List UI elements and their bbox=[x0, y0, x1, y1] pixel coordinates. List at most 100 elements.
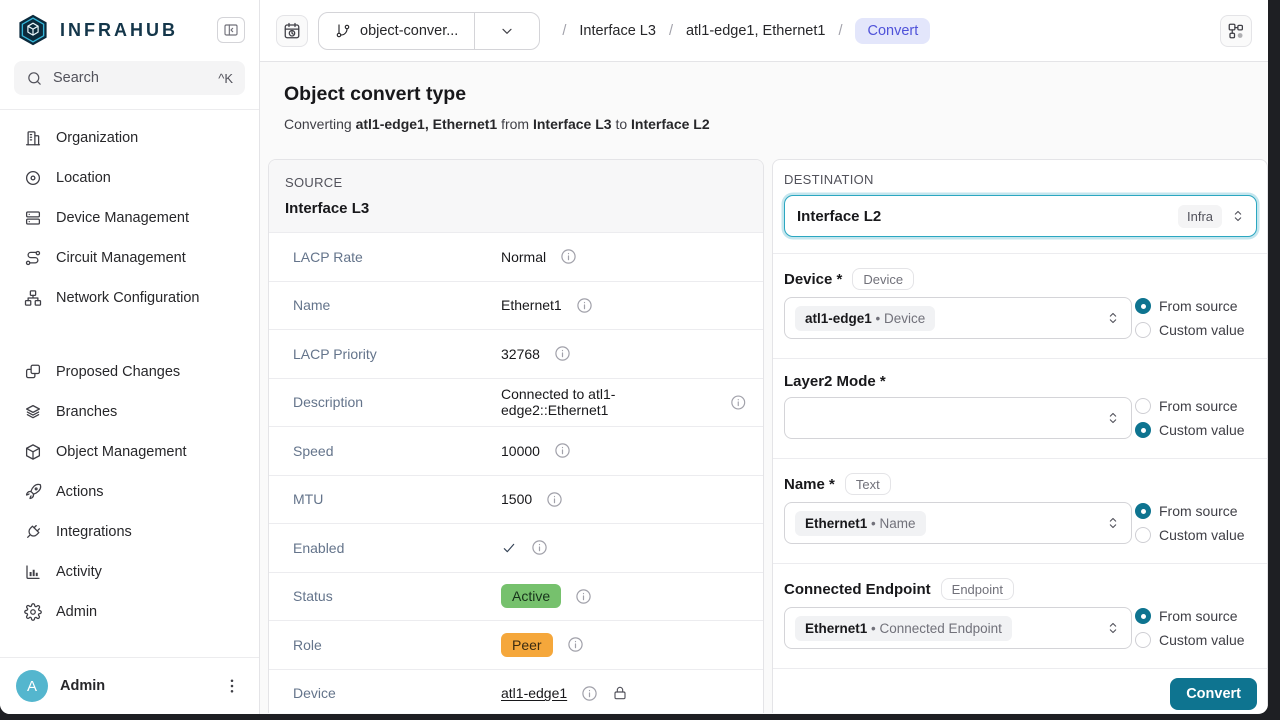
sidebar-item-activity[interactable]: Activity bbox=[0, 552, 259, 592]
sidebar-item-organization[interactable]: Organization bbox=[0, 118, 259, 158]
related-object-link[interactable]: atl1-edge1 bbox=[501, 685, 567, 701]
info-icon[interactable] bbox=[567, 636, 584, 653]
name-from-source-radio[interactable]: From source bbox=[1135, 503, 1257, 519]
name-custom-radio[interactable]: Custom value bbox=[1135, 527, 1257, 543]
info-icon[interactable] bbox=[581, 685, 598, 702]
plug-icon bbox=[20, 519, 45, 544]
selected-value-pill: Ethernet1 • Name bbox=[795, 511, 926, 536]
convert-button[interactable]: Convert bbox=[1170, 678, 1257, 710]
route-icon bbox=[24, 249, 42, 267]
radio-circle bbox=[1135, 608, 1151, 624]
connected-endpoint-custom-radio[interactable]: Custom value bbox=[1135, 632, 1257, 648]
radio-label: From source bbox=[1159, 503, 1238, 519]
branch-selector-caret[interactable] bbox=[474, 13, 539, 49]
source-row-name: NameEthernet1 bbox=[269, 282, 763, 331]
sidebar-item-object-management[interactable]: Object Management bbox=[0, 432, 259, 472]
sidebar-item-label: Circuit Management bbox=[56, 250, 186, 266]
radio-label: Custom value bbox=[1159, 527, 1245, 543]
field-label: Layer2 Mode * bbox=[784, 373, 886, 390]
field-kind-badge: Device bbox=[852, 268, 914, 290]
attribute-value: Connected to atl1-edge2::Ethernet1 bbox=[501, 386, 716, 418]
attribute-label: Enabled bbox=[285, 540, 501, 556]
user-row: A Admin bbox=[0, 657, 259, 714]
breadcrumb-link[interactable]: atl1-edge1, Ethernet1 bbox=[686, 23, 825, 39]
breadcrumb: /Interface L3/atl1-edge1, Ethernet1/Conv… bbox=[562, 18, 930, 44]
breadcrumb-separator: / bbox=[562, 23, 566, 39]
user-menu-button[interactable] bbox=[221, 675, 243, 697]
radio-circle bbox=[1135, 322, 1151, 338]
cube-icon bbox=[24, 443, 42, 461]
destination-type-select[interactable]: Interface L2 Infra bbox=[784, 195, 1257, 237]
radio-label: From source bbox=[1159, 398, 1238, 414]
name-select[interactable]: Ethernet1 • Name bbox=[784, 502, 1132, 544]
source-panel: SOURCE Interface L3 LACP RateNormalNameE… bbox=[268, 159, 764, 713]
breadcrumb-link[interactable]: Interface L3 bbox=[579, 23, 656, 39]
avatar: A bbox=[16, 670, 48, 702]
server-icon bbox=[24, 209, 42, 227]
sidebar-item-integrations[interactable]: Integrations bbox=[0, 512, 259, 552]
sidebar-item-circuit-management[interactable]: Circuit Management bbox=[0, 238, 259, 278]
sidebar-item-label: Object Management bbox=[56, 444, 187, 460]
search-placeholder: Search bbox=[53, 70, 99, 86]
destination-footer: Convert bbox=[773, 668, 1267, 713]
field-connected-endpoint: Connected EndpointEndpointEthernet1 • Co… bbox=[773, 563, 1267, 668]
nav-group: Organization LocationDevice Management Cir… bbox=[0, 118, 259, 318]
source-row-description: DescriptionConnected to atl1-edge2::Ethe… bbox=[269, 379, 763, 428]
radio-circle bbox=[1135, 422, 1151, 438]
info-icon[interactable] bbox=[531, 539, 548, 556]
sidebar-item-admin[interactable]: Admin bbox=[0, 592, 259, 632]
page-subtitle: Converting atl1-edge1, Ethernet1 from In… bbox=[284, 116, 1252, 132]
branch-name: object-conver... bbox=[360, 23, 458, 39]
source-row-device: Deviceatl1-edge1 bbox=[269, 670, 763, 714]
connected-endpoint-select[interactable]: Ethernet1 • Connected Endpoint bbox=[784, 607, 1132, 649]
layer2-mode-custom-radio[interactable]: Custom value bbox=[1135, 422, 1257, 438]
device-custom-radio[interactable]: Custom value bbox=[1135, 322, 1257, 338]
main-area: object-conver... /Interface L3/atl1-edge… bbox=[260, 0, 1268, 714]
source-row-enabled: Enabled bbox=[269, 524, 763, 573]
sidebar: INFRAHUB Search ^K OrganizationLocationD… bbox=[0, 0, 260, 714]
sidebar-collapse-button[interactable] bbox=[217, 17, 245, 43]
sidebar-item-label: Activity bbox=[56, 564, 102, 580]
circle-dot-icon bbox=[24, 169, 42, 187]
radio-label: Custom value bbox=[1159, 322, 1245, 338]
radio-circle bbox=[1135, 632, 1151, 648]
nav-group: Proposed ChangesBranches Object Managemen… bbox=[0, 352, 259, 632]
info-icon[interactable] bbox=[560, 248, 577, 265]
info-icon[interactable] bbox=[576, 297, 593, 314]
schema-icon bbox=[1227, 22, 1245, 40]
schema-button[interactable] bbox=[1220, 15, 1252, 47]
source-row-role: RolePeer bbox=[269, 621, 763, 670]
subtitle-part: Converting bbox=[284, 116, 356, 132]
device-from-source-radio[interactable]: From source bbox=[1135, 298, 1257, 314]
sidebar-item-proposed-changes[interactable]: Proposed Changes bbox=[0, 352, 259, 392]
search-input[interactable]: Search ^K bbox=[14, 61, 245, 95]
calendar-clock-icon bbox=[283, 22, 301, 40]
info-icon[interactable] bbox=[554, 442, 571, 459]
panels: SOURCE Interface L3 LACP RateNormalNameE… bbox=[268, 159, 1268, 713]
sidebar-item-label: Organization bbox=[56, 130, 138, 146]
breadcrumb-current[interactable]: Convert bbox=[855, 18, 930, 44]
connected-endpoint-from-source-radio[interactable]: From source bbox=[1135, 608, 1257, 624]
subtitle-part: Interface L2 bbox=[631, 116, 710, 132]
destination-panel: DESTINATION Interface L2 Infra Device *D… bbox=[772, 159, 1268, 713]
time-travel-button[interactable] bbox=[276, 15, 308, 47]
device-select[interactable]: atl1-edge1 • Device bbox=[784, 297, 1132, 339]
radio-label: Custom value bbox=[1159, 422, 1245, 438]
attribute-label: LACP Rate bbox=[285, 249, 501, 265]
info-icon[interactable] bbox=[554, 345, 571, 362]
sidebar-item-device-management[interactable]: Device Management bbox=[0, 198, 259, 238]
page-title: Object convert type bbox=[284, 83, 1252, 106]
layer2-mode-from-source-radio[interactable]: From source bbox=[1135, 398, 1257, 414]
branch-selector[interactable]: object-conver... bbox=[318, 12, 540, 50]
sidebar-item-actions[interactable]: Actions bbox=[0, 472, 259, 512]
subtitle-part: from bbox=[497, 116, 533, 132]
info-icon[interactable] bbox=[730, 394, 747, 411]
info-icon[interactable] bbox=[546, 491, 563, 508]
sidebar-item-label: Actions bbox=[56, 484, 104, 500]
sidebar-item-location[interactable]: Location bbox=[0, 158, 259, 198]
sidebar-item-branches[interactable]: Branches bbox=[0, 392, 259, 432]
destination-type-value: Interface L2 bbox=[797, 208, 881, 225]
sidebar-item-network-configuration[interactable]: Network Configuration bbox=[0, 278, 259, 318]
info-icon[interactable] bbox=[575, 588, 592, 605]
layer2-mode-select[interactable] bbox=[784, 397, 1132, 439]
